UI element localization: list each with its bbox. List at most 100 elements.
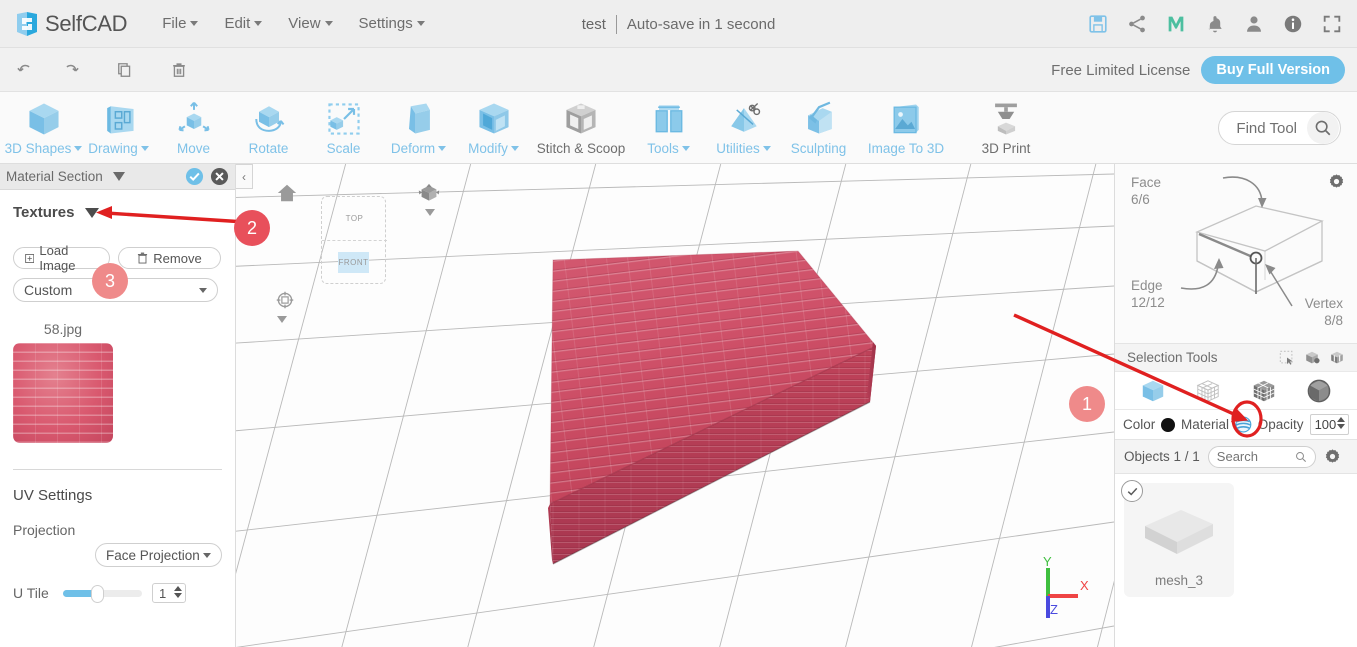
ribbon-tool-tools-label: Tools	[647, 141, 690, 156]
navcube-top-label[interactable]: TOP	[322, 197, 387, 241]
copy-button[interactable]	[102, 55, 148, 85]
orbit-dropdown-caret[interactable]	[277, 316, 287, 323]
ribbon-tool-image-to-3d-label: Image To 3D	[867, 141, 945, 156]
menu-item-file[interactable]: File	[149, 9, 211, 38]
edge-mode-icon[interactable]	[1306, 378, 1332, 404]
info-icon[interactable]	[1282, 13, 1304, 35]
buy-full-version-button[interactable]: Buy Full Version	[1201, 56, 1345, 84]
ribbon-tool-3d-print[interactable]: 3D Print	[956, 92, 1056, 162]
objects-header-row: Objects 1 / 1	[1115, 440, 1357, 474]
ribbon-tool-drawing[interactable]: Drawing	[81, 92, 156, 162]
object-selected-checkbox[interactable]	[1121, 480, 1143, 502]
view-cube-dropdown-caret[interactable]	[425, 209, 435, 216]
objects-search[interactable]	[1207, 445, 1316, 468]
object-card-mesh-3[interactable]: mesh_3	[1121, 480, 1234, 597]
delete-icon	[173, 62, 185, 77]
ribbon-tool-drawing-label: Drawing	[88, 141, 149, 156]
menu-item-settings[interactable]: Settings	[346, 9, 438, 38]
rectangle-select-icon[interactable]	[1279, 350, 1295, 366]
u-tile-stepper[interactable]: 1	[152, 583, 186, 603]
chevron-down-icon	[438, 146, 447, 151]
face-mode-icon[interactable]	[1251, 378, 1277, 404]
edge-count-value: 12/12	[1131, 295, 1165, 310]
orbit-pivot-icon[interactable]	[274, 289, 296, 311]
textures-collapse-caret-icon[interactable]	[85, 207, 100, 218]
ribbon-tool-move-label: Move	[176, 141, 210, 156]
undo-button[interactable]	[2, 55, 48, 85]
ribbon-tool-image-to-3d[interactable]: Image To 3D	[856, 92, 956, 162]
axis-z-label: Z	[1050, 602, 1058, 617]
trash-icon	[138, 252, 148, 264]
ribbon-tool-stitch-scoop[interactable]: Stitch & Scoop	[531, 92, 631, 162]
fullscreen-icon[interactable]	[1321, 13, 1343, 35]
stepper-up-icon[interactable]	[174, 586, 182, 591]
load-image-button[interactable]: Load Image	[13, 243, 110, 273]
view-cube-icon[interactable]	[416, 182, 442, 208]
find-tool-search[interactable]: Find Tool	[1218, 111, 1341, 145]
user-account-icon[interactable]	[1243, 13, 1265, 35]
notifications-bell-icon[interactable]	[1204, 13, 1226, 35]
texture-thumbnail[interactable]	[13, 343, 113, 443]
stepper-up-icon[interactable]	[1337, 417, 1345, 422]
projection-select[interactable]: Face Projection	[95, 543, 222, 567]
home-view-icon[interactable]	[276, 182, 298, 204]
ribbon-tool-utilities[interactable]: Utilities	[706, 92, 781, 162]
ribbon-tool-move[interactable]: Move	[156, 92, 231, 162]
paint-select-icon[interactable]	[1304, 350, 1320, 366]
menu-item-edit[interactable]: Edit	[211, 9, 275, 38]
ribbon-tool-3d-shapes[interactable]: 3D Shapes	[4, 92, 83, 162]
chevron-down-icon	[199, 287, 207, 293]
slider-handle[interactable]	[91, 584, 104, 603]
m-logo-icon[interactable]	[1165, 13, 1187, 35]
save-icon[interactable]	[1087, 13, 1109, 35]
material-icon[interactable]	[1235, 416, 1252, 433]
close-icon[interactable]	[210, 167, 229, 186]
stepper-down-icon[interactable]	[174, 593, 182, 598]
menu-item-view[interactable]: View	[275, 9, 345, 38]
selfcad-logo-icon	[17, 11, 37, 36]
ribbon-tool-rotate[interactable]: Rotate	[231, 92, 306, 162]
axis-gizmo: Y X Z	[1043, 556, 1089, 618]
license-area: Free Limited License Buy Full Version	[1051, 48, 1345, 92]
navcube-front-label[interactable]: FRONT	[321, 252, 386, 273]
objects-grid: mesh_3	[1115, 474, 1357, 606]
navigation-cube[interactable]: TOP FRONT	[321, 196, 387, 284]
app-logo[interactable]: SelfCAD	[14, 10, 128, 37]
textures-title: Textures	[13, 204, 75, 221]
brand-name: SelfCAD	[45, 10, 128, 36]
license-label: Free Limited License	[1051, 61, 1191, 79]
mesh-counts-panel: Face 6/6 Edge 12/12 Vertex 8/8	[1115, 164, 1357, 344]
share-icon[interactable]	[1126, 13, 1148, 35]
ribbon-tool-sculpting-label: Sculpting	[790, 141, 847, 156]
ribbon-tool-sculpting[interactable]: Sculpting	[781, 92, 856, 162]
brick-box-mesh[interactable]	[540, 242, 876, 572]
u-tile-slider[interactable]	[63, 584, 142, 603]
vertex-mode-icon[interactable]	[1195, 378, 1221, 404]
delete-button[interactable]	[156, 55, 202, 85]
object-mode-icon[interactable]	[1140, 378, 1166, 404]
confirm-check-button[interactable]	[185, 167, 204, 186]
panel-collapse-caret-icon[interactable]	[112, 172, 125, 181]
ribbon-tool-modify[interactable]: Modify	[456, 92, 531, 162]
panel-collapse-tab[interactable]: ‹	[236, 164, 253, 189]
stitch-scoop-icon	[561, 98, 601, 140]
find-tool-label: Find Tool	[1236, 119, 1297, 137]
search-input[interactable]	[1216, 449, 1295, 464]
stepper-down-icon[interactable]	[1337, 424, 1345, 429]
redo-button[interactable]	[48, 55, 94, 85]
remove-texture-button[interactable]: Remove	[118, 247, 221, 269]
ribbon-tool-tools[interactable]: Tools	[631, 92, 706, 162]
ribbon-tool-scale[interactable]: Scale	[306, 92, 381, 162]
selection-tools-row: Selection Tools	[1115, 344, 1357, 372]
3d-viewport[interactable]: ‹ TOP FRONT Y X Z	[236, 164, 1114, 647]
title-separator	[615, 14, 617, 34]
document-title[interactable]: test	[582, 16, 606, 33]
axis-y-label: Y	[1043, 556, 1052, 569]
lasso-select-icon[interactable]	[1329, 350, 1345, 366]
gear-icon[interactable]	[1324, 448, 1341, 465]
rotate-icon	[249, 98, 289, 140]
color-swatch[interactable]	[1161, 417, 1176, 432]
opacity-stepper[interactable]: 100	[1309, 414, 1349, 435]
label-text: 3D Shapes	[4, 141, 72, 156]
ribbon-tool-deform[interactable]: Deform	[381, 92, 456, 162]
